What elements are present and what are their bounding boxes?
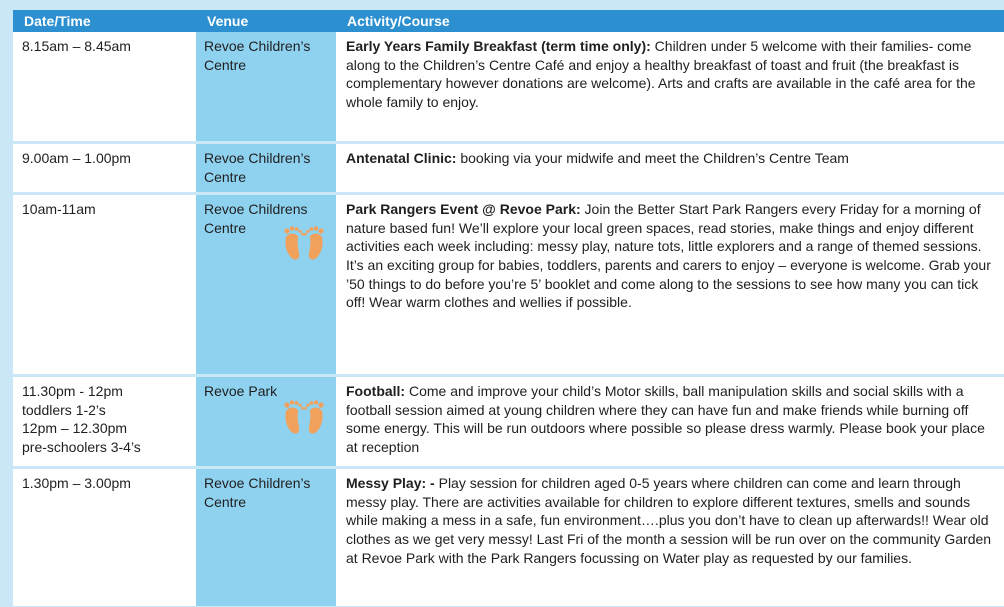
activity-table: Date/Time Venue Activity/Course 8.15am –…: [13, 10, 1004, 607]
activity-title: Early Years Family Breakfast (term time …: [346, 38, 651, 54]
table-row: 8.15am – 8.45am Revoe Children’s Centre …: [13, 32, 1004, 144]
activity-cell: Antenatal Clinic: booking via your midwi…: [336, 142, 1004, 196]
time-cell: 9.00am – 1.00pm: [13, 142, 196, 196]
activity-description: booking via your midwife and meet the Ch…: [456, 150, 849, 166]
time-cell: 11.30pm - 12pm toddlers 1-2’s 12pm – 12.…: [13, 375, 196, 470]
timetable-page: Date/Time Venue Activity/Course 8.15am –…: [13, 10, 1004, 607]
venue-cell: Revoe Childrens Centre: [196, 193, 336, 378]
table-row: 10am-11am Revoe Childrens Centre Park Ra…: [13, 193, 1004, 378]
time-cell: 10am-11am: [13, 193, 196, 378]
activity-description: Play session for children aged 0-5 years…: [346, 475, 992, 566]
venue-cell: Revoe Children’s Centre: [196, 32, 336, 144]
activity-description: Come and improve your child’s Motor skil…: [346, 383, 985, 455]
activity-title: Park Rangers Event @ Revoe Park:: [346, 201, 581, 218]
activity-cell: Park Rangers Event @ Revoe Park: Join th…: [336, 193, 1004, 378]
table-row: 9.00am – 1.00pm Revoe Children’s Centre …: [13, 142, 1004, 196]
activity-cell: Messy Play: - Play session for children …: [336, 467, 1004, 607]
venue-cell: Revoe Children’s Centre: [196, 142, 336, 196]
time-cell: 8.15am – 8.45am: [13, 32, 196, 144]
time-line: pre-schoolers 3-4’s: [22, 438, 141, 455]
activity-cell: Football: Come and improve your child’s …: [336, 375, 1004, 470]
time-line: 11.30pm - 12pm: [22, 383, 123, 400]
footprints-icon: [284, 400, 324, 434]
venue-label: Revoe Park: [204, 383, 278, 400]
venue-cell: Revoe Children’s Centre: [196, 467, 336, 607]
time-line: toddlers 1-2’s: [22, 401, 106, 418]
table-header-row: Date/Time Venue Activity/Course: [13, 10, 1004, 32]
header-venue: Venue: [196, 10, 336, 32]
time-line: 12pm – 12.30pm: [22, 420, 128, 437]
table-row: 1.30pm – 3.00pm Revoe Children’s Centre …: [13, 467, 1004, 607]
activity-title: Messy Play: -: [346, 475, 435, 492]
time-cell: 1.30pm – 3.00pm: [13, 467, 196, 607]
activity-title: Antenatal Clinic:: [346, 150, 457, 166]
header-activity: Activity/Course: [336, 10, 1004, 32]
table-row: 11.30pm - 12pm toddlers 1-2’s 12pm – 12.…: [13, 375, 1004, 470]
activity-cell: Early Years Family Breakfast (term time …: [336, 32, 1004, 144]
activity-title: Football:: [346, 383, 406, 400]
header-datetime: Date/Time: [13, 10, 196, 32]
footprints-icon: [284, 226, 324, 260]
venue-cell: Revoe Park: [196, 375, 336, 470]
activity-description: Join the Better Start Park Rangers every…: [346, 201, 991, 311]
